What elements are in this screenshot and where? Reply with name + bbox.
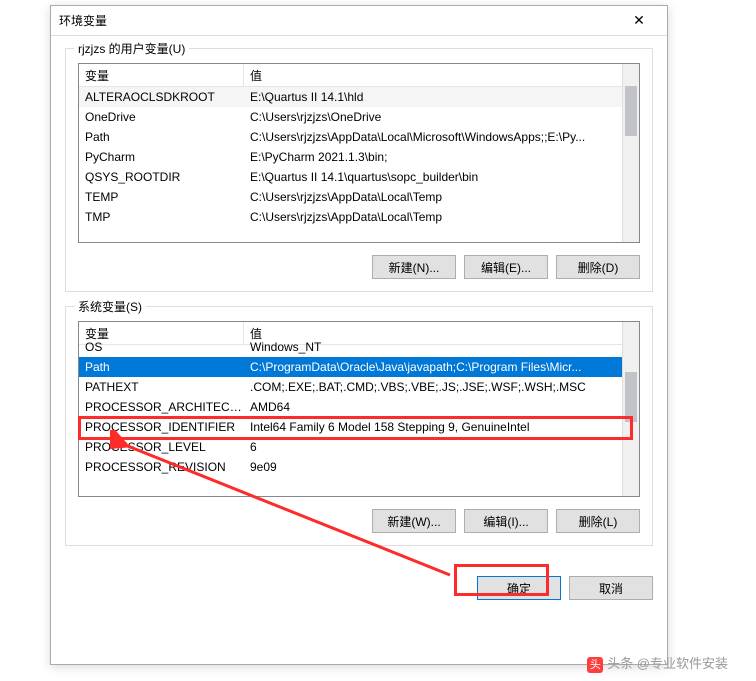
user-vars-label: rjzjzs 的用户变量(U): [74, 40, 189, 57]
table-row[interactable]: QSYS_ROOTDIRE:\Quartus II 14.1\quartus\s…: [79, 167, 639, 187]
table-row[interactable]: PathC:\Users\rjzjzs\AppData\Local\Micros…: [79, 127, 639, 147]
user-vars-group: rjzjzs 的用户变量(U) 变量 值 ALTERAOCLSDKROOTE:\…: [65, 48, 653, 292]
close-icon[interactable]: ✕: [619, 8, 659, 34]
user-scrollbar[interactable]: [622, 64, 639, 242]
table-row[interactable]: OneDriveC:\Users\rjzjzs\OneDrive: [79, 107, 639, 127]
watermark-text: 头条 @专业软件安装: [607, 656, 728, 671]
sys-vars-label: 系统变量(S): [74, 298, 146, 315]
table-row[interactable]: PyCharmE:\PyCharm 2021.1.3\bin;: [79, 147, 639, 167]
sys-new-button[interactable]: 新建(W)...: [372, 509, 456, 533]
user-header-val[interactable]: 值: [244, 64, 639, 86]
user-vars-table[interactable]: 变量 值 ALTERAOCLSDKROOTE:\Quartus II 14.1\…: [78, 63, 640, 243]
user-buttons: 新建(N)... 编辑(E)... 删除(D): [78, 255, 640, 279]
table-row[interactable]: ALTERAOCLSDKROOTE:\Quartus II 14.1\hld: [79, 87, 639, 107]
sys-vars-table[interactable]: 变量 值 OSWindows_NT PathC:\ProgramData\Ora…: [78, 321, 640, 497]
env-vars-dialog: 环境变量 ✕ rjzjzs 的用户变量(U) 变量 值 ALTERAOCLSDK…: [50, 5, 668, 665]
table-row[interactable]: PATHEXT.COM;.EXE;.BAT;.CMD;.VBS;.VBE;.JS…: [79, 377, 639, 397]
ok-button[interactable]: 确定: [477, 576, 561, 600]
table-row[interactable]: PROCESSOR_ARCHITECTUREAMD64: [79, 397, 639, 417]
watermark-logo-icon: 头: [587, 657, 603, 673]
user-new-button[interactable]: 新建(N)...: [372, 255, 456, 279]
user-edit-button[interactable]: 编辑(E)...: [464, 255, 548, 279]
scrollbar-thumb[interactable]: [625, 86, 637, 136]
table-row-selected[interactable]: PathC:\ProgramData\Oracle\Java\javapath;…: [79, 357, 639, 377]
table-row[interactable]: PROCESSOR_REVISION9e09: [79, 457, 639, 477]
watermark: 头头条 @专业软件安装: [587, 653, 728, 673]
titlebar: 环境变量 ✕: [51, 6, 667, 36]
sys-scrollbar[interactable]: [622, 322, 639, 496]
sys-edit-button[interactable]: 编辑(I)...: [464, 509, 548, 533]
scrollbar-thumb[interactable]: [625, 372, 637, 422]
table-row[interactable]: PROCESSOR_LEVEL6: [79, 437, 639, 457]
table-row[interactable]: TMPC:\Users\rjzjzs\AppData\Local\Temp: [79, 207, 639, 227]
sys-vars-group: 系统变量(S) 变量 值 OSWindows_NT PathC:\Program…: [65, 306, 653, 546]
dialog-title: 环境变量: [59, 12, 619, 29]
sys-delete-button[interactable]: 删除(L): [556, 509, 640, 533]
dialog-content: rjzjzs 的用户变量(U) 变量 值 ALTERAOCLSDKROOTE:\…: [51, 36, 667, 570]
table-row[interactable]: PROCESSOR_IDENTIFIERIntel64 Family 6 Mod…: [79, 417, 639, 437]
sys-buttons: 新建(W)... 编辑(I)... 删除(L): [78, 509, 640, 533]
table-row[interactable]: TEMPC:\Users\rjzjzs\AppData\Local\Temp: [79, 187, 639, 207]
user-header-var[interactable]: 变量: [79, 64, 244, 86]
cancel-button[interactable]: 取消: [569, 576, 653, 600]
user-table-header[interactable]: 变量 值: [79, 64, 639, 87]
dialog-bottom-buttons: 确定 取消: [51, 570, 667, 612]
user-delete-button[interactable]: 删除(D): [556, 255, 640, 279]
table-row[interactable]: OSWindows_NT: [79, 337, 639, 357]
